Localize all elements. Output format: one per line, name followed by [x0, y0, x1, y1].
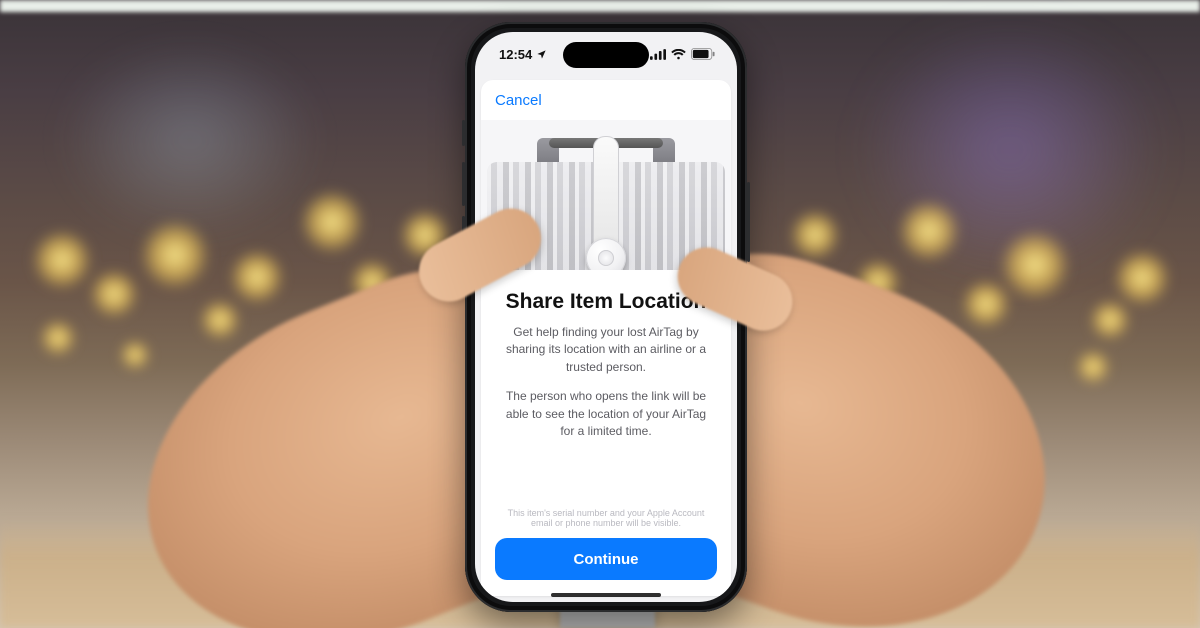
airtag-icon — [586, 238, 626, 270]
continue-button[interactable]: Continue — [495, 538, 717, 580]
status-time: 12:54 — [499, 47, 532, 62]
home-indicator[interactable] — [551, 593, 661, 597]
sheet-fineprint: This item's serial number and your Apple… — [481, 508, 731, 528]
dynamic-island[interactable] — [563, 42, 649, 68]
sheet-nav-bar: Cancel — [481, 80, 731, 120]
location-arrow-icon — [536, 49, 547, 60]
cellular-signal-icon — [650, 49, 666, 60]
power-button[interactable] — [747, 182, 750, 262]
sheet-paragraph-1: Get help finding your lost AirTag by sha… — [501, 324, 711, 376]
phone-screen: 12:54 — [475, 32, 737, 602]
share-location-sheet: Cancel Share Item Location Get help find… — [481, 80, 731, 596]
sheet-title: Share Item Location — [506, 290, 707, 314]
battery-icon — [691, 48, 715, 60]
cancel-button[interactable]: Cancel — [495, 92, 542, 109]
wifi-icon — [671, 49, 686, 60]
iphone-frame: 12:54 — [465, 22, 747, 612]
photo-background: 12:54 — [0, 0, 1200, 628]
volume-up-button[interactable] — [462, 162, 465, 206]
action-button[interactable] — [462, 120, 465, 146]
sheet-paragraph-2: The person who opens the link will be ab… — [501, 388, 711, 440]
